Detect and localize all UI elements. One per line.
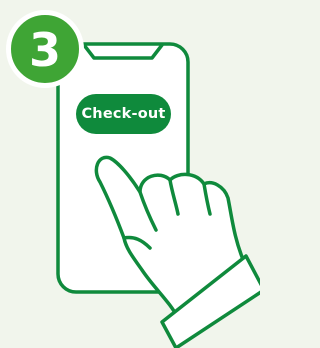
checkout-button[interactable]: Check-out [76,94,171,134]
step-number: 3 [28,23,61,77]
step-number-badge: 3 [6,10,84,88]
checkout-button-label: Check-out [81,106,166,122]
